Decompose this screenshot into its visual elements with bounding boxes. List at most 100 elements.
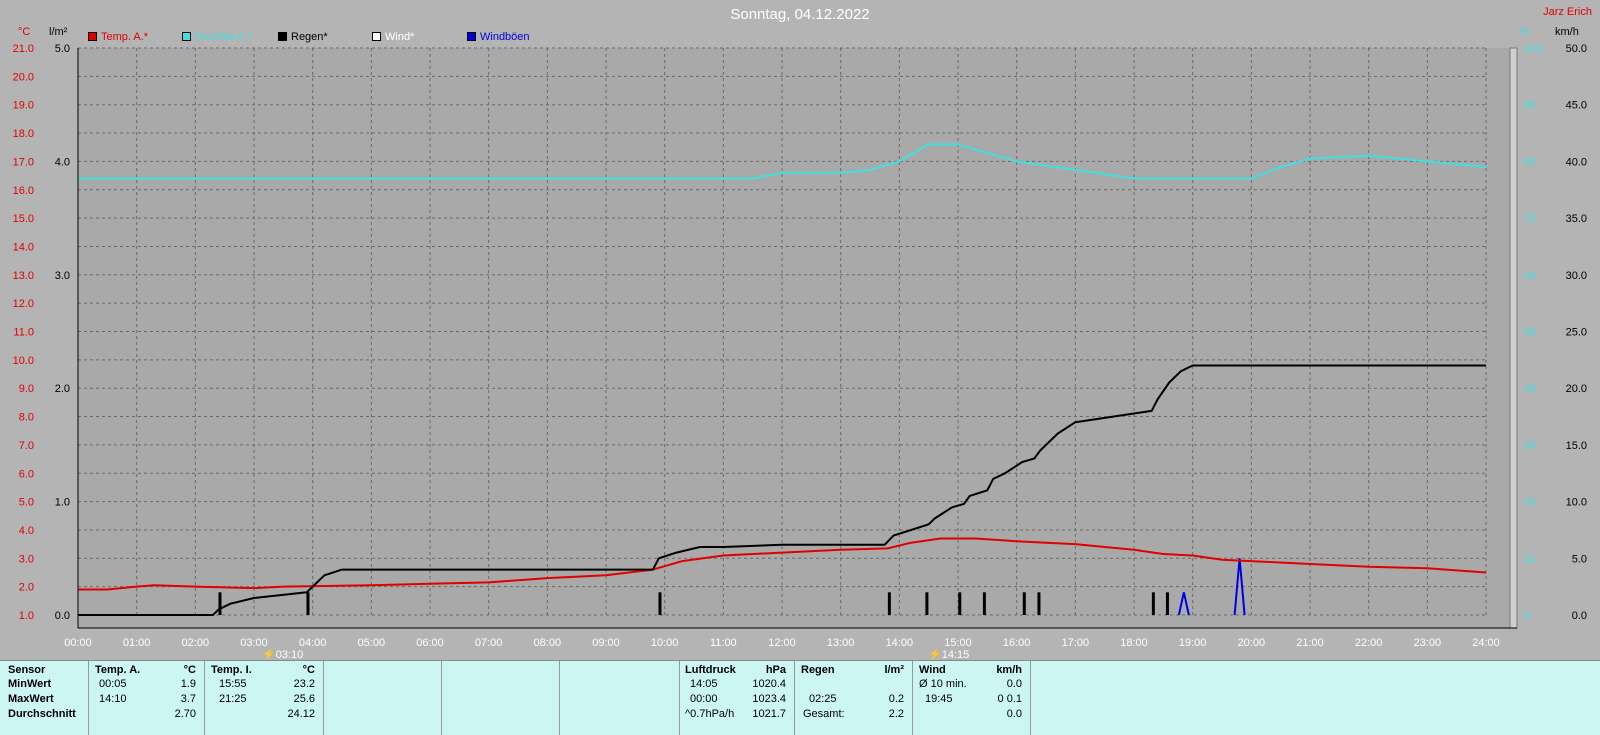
legend-label-windboeen: Windböen (480, 31, 530, 43)
temp-tick-label: 9.0 (19, 383, 34, 395)
table-cell: 14:05 (690, 678, 718, 690)
legend-label-wind: Wind* (385, 31, 415, 43)
table-cell: 2.70 (174, 708, 196, 720)
wind-tick-label: 40.0 (1566, 156, 1587, 168)
time-tick-label: 10:00 (651, 637, 679, 649)
legend-item-rain[interactable]: Regen* (278, 31, 328, 43)
temp-tick-label: 2.0 (19, 582, 34, 594)
temp-unit-label: °C (18, 26, 31, 38)
time-tick-label: 24:00 (1472, 637, 1500, 649)
wind-tick-label: 10.0 (1566, 497, 1587, 509)
table-row-label-max: MaxWert (8, 693, 54, 705)
table-cell: 23.2 (293, 678, 315, 690)
time-tick-label: 16:00 (1003, 637, 1031, 649)
wind-unit-label: km/h (1555, 26, 1579, 38)
table-col-wind: Wind km/h Ø 10 min. 0.0 19:45 0 0.1 0.0 (913, 661, 1031, 735)
humidity-tick-label: 70 (1524, 213, 1536, 225)
legend-swatch-rain (278, 32, 287, 41)
table-cell: 1.9 (180, 678, 196, 690)
table-col-temp-i: Temp. I. °C 15:55 23.2 21:25 25.6 24.12 (205, 661, 324, 735)
wind-tick-label: 5.0 (1572, 553, 1587, 565)
legend-label-humidity: Feuchte A.* (195, 31, 252, 43)
table-cell: 1021.7 (752, 708, 786, 720)
temp-tick-label: 6.0 (19, 468, 34, 480)
temp-tick-label: 19.0 (13, 100, 34, 112)
wind-axis: 0.0 5.0 10.0 15.0 20.0 25.0 30.0 35.0 40.0 45.0 50… (1566, 43, 1587, 622)
wind-tick-label: 50.0 (1566, 43, 1587, 55)
right-scrollbar[interactable] (1509, 47, 1518, 629)
table-unit-temp-a: °C (183, 664, 196, 676)
humidity-tick-label: 10 (1524, 553, 1536, 565)
time-tick-label: 09:00 (592, 637, 620, 649)
time-tick-label: 21:00 (1296, 637, 1324, 649)
time-tick-label: 02:00 (182, 637, 210, 649)
humidity-tick-label: 50 (1524, 327, 1536, 339)
table-header-temp-a: Temp. A. (95, 664, 141, 676)
table-row-label-min: MinWert (8, 678, 52, 690)
legend-item-wind[interactable]: Wind* (372, 31, 414, 43)
temp-tick-label: 8.0 (19, 412, 34, 424)
table-header-regen: Regen (801, 664, 835, 676)
time-tick-label: 17:00 (1062, 637, 1090, 649)
table-col-empty-3 (560, 661, 680, 735)
humidity-tick-label: 90 (1524, 100, 1536, 112)
temp-tick-label: 3.0 (19, 553, 34, 565)
legend-swatch-windboeen (467, 32, 476, 41)
humidity-tick-label: 40 (1524, 383, 1536, 395)
legend-label-temp: Temp. A.* (101, 31, 149, 43)
table-header-temp-i: Temp. I. (211, 664, 252, 676)
legend-item-temp[interactable]: Temp. A.* (88, 31, 148, 43)
time-tick-label: 11:00 (710, 637, 737, 649)
time-tick-label: 07:00 (475, 637, 503, 649)
humidity-axis: 0 10 20 30 40 50 60 70 80 90 100 (1524, 43, 1542, 622)
temp-tick-label: 15.0 (13, 213, 34, 225)
table-cell: 0.0 (1006, 678, 1022, 690)
wind-tick-label: 0.0 (1572, 610, 1587, 622)
time-tick-label: 06:00 (416, 637, 444, 649)
wind-tick-label: 15.0 (1566, 440, 1587, 452)
table-cell: 25.6 (293, 693, 315, 705)
temp-tick-label: 5.0 (19, 497, 34, 509)
table-cell: 00:05 (99, 678, 127, 690)
temp-tick-label: 12.0 (13, 298, 34, 310)
table-col-temp-a: Temp. A. °C 00:05 1.9 14:10 3.7 2.70 (89, 661, 205, 735)
legend-item-windboeen[interactable]: Windböen (467, 31, 530, 43)
table-header-sensor: Sensor (8, 664, 46, 676)
humidity-tick-label: 80 (1524, 156, 1536, 168)
table-cell: Ø 10 min. (919, 678, 967, 690)
humidity-tick-label: 20 (1524, 497, 1536, 509)
rain-tick-label: 0.0 (55, 610, 70, 622)
table-col-empty-1 (324, 661, 442, 735)
table-cell: 1023.4 (752, 693, 786, 705)
temp-tick-label: 20.0 (13, 71, 34, 83)
table-cell: 3.7 (180, 693, 196, 705)
legend-swatch-wind (372, 32, 381, 41)
humidity-tick-label: 60 (1524, 270, 1536, 282)
time-tick-label: 14:00 (886, 637, 914, 649)
table-cell: 24.12 (287, 708, 315, 720)
rain-tick-label: 1.0 (55, 497, 70, 509)
weather-chart: 1.0 2.0 3.0 4.0 5.0 6.0 7.0 8.0 9.0 10.0 11.0 12.0 1… (13, 43, 1587, 649)
rain-tick-label: 5.0 (55, 43, 70, 55)
time-tick-label: 23:00 (1414, 637, 1442, 649)
legend-swatch-temp (88, 32, 97, 41)
wind-tick-label: 20.0 (1566, 383, 1587, 395)
table-col-empty-2 (442, 661, 560, 735)
temp-tick-label: 7.0 (19, 440, 34, 452)
wind-tick-label: 25.0 (1566, 327, 1587, 339)
table-cell: 0.2 (888, 693, 904, 705)
table-unit-luftdruck: hPa (765, 664, 786, 676)
legend-item-humidity[interactable]: Feuchte A.* (182, 31, 252, 43)
table-header-wind: Wind (919, 664, 946, 676)
humidity-tick-label: 0 (1524, 610, 1530, 622)
temp-tick-label: 17.0 (13, 156, 34, 168)
rain-tick-label: 4.0 (55, 156, 70, 168)
table-cell: 15:55 (219, 678, 247, 690)
time-tick-label: 01:00 (123, 637, 151, 649)
time-tick-label: 12:00 (768, 637, 796, 649)
time-tick-label: 19:00 (1179, 637, 1207, 649)
temp-tick-label: 4.0 (19, 525, 34, 537)
temp-tick-label: 13.0 (13, 270, 34, 282)
rain-tick-label: 3.0 (55, 270, 70, 282)
temp-axis: 1.0 2.0 3.0 4.0 5.0 6.0 7.0 8.0 9.0 10.0 11.0 12.0 1… (13, 43, 34, 622)
